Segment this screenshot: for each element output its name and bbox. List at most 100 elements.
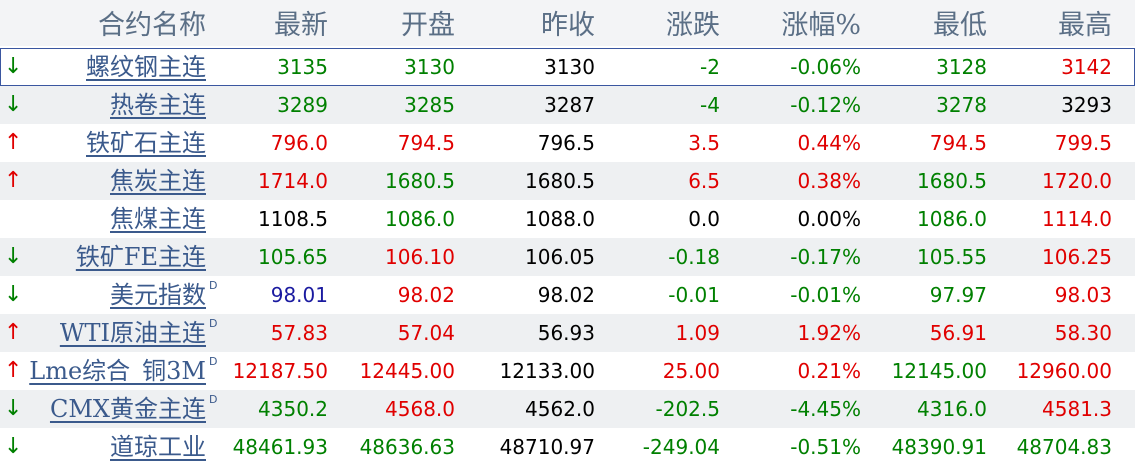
table-row[interactable]: ↑ 焦炭主连 1714.0 1680.5 1680.5 6.5 0.38% 1680.5 172…	[0, 162, 1135, 200]
change-cell: 0.0	[688, 207, 720, 231]
col-change-pct-header[interactable]: 涨幅%	[781, 0, 861, 46]
latest-cell: 796.0	[270, 131, 328, 155]
prev-close-cell: 48710.97	[499, 435, 595, 459]
open-cell: 794.5	[397, 131, 455, 155]
arrow-up-icon: ↑	[4, 320, 23, 345]
no-change-icon	[4, 200, 20, 238]
table-row[interactable]: 焦煤主连 1108.5 1086.0 1088.0 0.0 0.00% 1086.0 1114…	[0, 200, 1135, 238]
change-cell: -0.01	[668, 283, 720, 307]
contract-name-link[interactable]: 铁矿石主连	[86, 124, 206, 162]
table-row[interactable]: ↓ 铁矿FE主连 105.65 106.10 106.05 -0.18 -0.17% 105.…	[0, 238, 1135, 276]
table-row[interactable]: ↓ 螺纹钢主连 3135 3130 3130 -2 -0.06% 3128 3142	[0, 48, 1135, 86]
col-low-header[interactable]: 最低	[933, 0, 987, 46]
arrow-up-icon: ↑	[4, 358, 23, 383]
low-cell: 48390.91	[891, 435, 987, 459]
col-prev-close-header[interactable]: 昨收	[541, 0, 595, 46]
change-cell: -4	[700, 93, 720, 117]
latest-cell: 98.01	[270, 283, 328, 307]
low-cell: 1086.0	[917, 207, 987, 231]
low-cell: 56.91	[929, 321, 987, 345]
contract-name-link[interactable]: 道琼工业	[110, 428, 206, 466]
col-change-header[interactable]: 涨跌	[666, 0, 720, 46]
prev-close-cell: 106.05	[525, 245, 595, 269]
col-high-header[interactable]: 最高	[1058, 0, 1112, 46]
change-cell: 1.09	[675, 321, 720, 345]
low-cell: 4316.0	[917, 397, 987, 421]
table-row[interactable]: ↓ CMX黄金主连 D 4350.2 4568.0 4562.0 -202.5 -4.45% 4…	[0, 390, 1135, 428]
change-cell: 3.5	[688, 131, 720, 155]
prev-close-cell: 56.93	[537, 321, 595, 345]
quote-board: 合约名称 最新 开盘 昨收 涨跌 涨幅% 最低 最高 ↓ 螺纹钢主连 3135 313…	[0, 0, 1135, 470]
table-row[interactable]: ↑ Lme综合_铜3M D 12187.50 12445.00 12133.00 25.00…	[0, 352, 1135, 390]
change-pct-cell: 0.00%	[797, 207, 861, 231]
high-cell: 4581.3	[1042, 397, 1112, 421]
table-row[interactable]: ↓ 热卷主连 3289 3285 3287 -4 -0.12% 3278 3293	[0, 86, 1135, 124]
contract-name-link[interactable]: 美元指数	[110, 276, 206, 314]
contract-name-link[interactable]: 热卷主连	[110, 86, 206, 124]
contract-name-link[interactable]: 铁矿FE主连	[76, 238, 206, 276]
high-cell: 98.03	[1054, 283, 1112, 307]
high-cell: 1720.0	[1042, 169, 1112, 193]
open-cell: 98.02	[397, 283, 455, 307]
delayed-flag: D	[209, 393, 218, 406]
change-cell: -249.04	[642, 435, 720, 459]
open-cell: 57.04	[397, 321, 455, 345]
arrow-up-icon: ↑	[4, 130, 23, 155]
prev-close-cell: 1088.0	[525, 207, 595, 231]
contract-name-link[interactable]: Lme综合_铜3M	[29, 352, 206, 390]
change-cell: -2	[700, 55, 720, 79]
prev-close-cell: 3287	[544, 93, 595, 117]
change-pct-cell: -0.01%	[790, 283, 861, 307]
prev-close-cell: 12133.00	[499, 359, 595, 383]
contract-name-link[interactable]: 螺纹钢主连	[86, 48, 206, 86]
open-cell: 4568.0	[385, 397, 455, 421]
high-cell: 799.5	[1054, 131, 1112, 155]
low-cell: 3128	[936, 55, 987, 79]
change-cell: 25.00	[662, 359, 720, 383]
latest-cell: 3289	[277, 93, 328, 117]
col-latest-header[interactable]: 最新	[274, 0, 328, 46]
table-row[interactable]: ↑ 铁矿石主连 796.0 794.5 796.5 3.5 0.44% 794.5 799.5	[0, 124, 1135, 162]
change-pct-cell: -0.12%	[790, 93, 861, 117]
open-cell: 3130	[404, 55, 455, 79]
low-cell: 97.97	[929, 283, 987, 307]
delayed-flag: D	[209, 355, 218, 368]
latest-cell: 105.65	[258, 245, 328, 269]
prev-close-cell: 98.02	[537, 283, 595, 307]
high-cell: 12960.00	[1016, 359, 1112, 383]
change-pct-cell: 1.92%	[797, 321, 861, 345]
arrow-down-icon: ↓	[4, 54, 23, 79]
change-pct-cell: 0.44%	[797, 131, 861, 155]
table-row[interactable]: ↓ 美元指数 D 98.01 98.02 98.02 -0.01 -0.01% 97.97 98.…	[0, 276, 1135, 314]
column-header-row: 合约名称 最新 开盘 昨收 涨跌 涨幅% 最低 最高	[0, 0, 1135, 46]
low-cell: 794.5	[929, 131, 987, 155]
latest-cell: 4350.2	[258, 397, 328, 421]
col-name-header[interactable]: 合约名称	[98, 0, 206, 46]
arrow-down-icon: ↓	[4, 434, 23, 459]
change-pct-cell: 0.38%	[797, 169, 861, 193]
open-cell: 12445.00	[359, 359, 455, 383]
change-pct-cell: -4.45%	[790, 397, 861, 421]
latest-cell: 3135	[277, 55, 328, 79]
high-cell: 3142	[1061, 55, 1112, 79]
col-open-header[interactable]: 开盘	[401, 0, 455, 46]
latest-cell: 57.83	[270, 321, 328, 345]
contract-name-link[interactable]: CMX黄金主连	[50, 390, 206, 428]
latest-cell: 1108.5	[258, 207, 328, 231]
change-cell: -202.5	[655, 397, 720, 421]
prev-close-cell: 4562.0	[525, 397, 595, 421]
table-row[interactable]: ↓ 道琼工业 48461.93 48636.63 48710.97 -249.04 -0.5…	[0, 428, 1135, 466]
table-row[interactable]: ↑ WTI原油主连 D 57.83 57.04 56.93 1.09 1.92% 56.91 58…	[0, 314, 1135, 352]
open-cell: 106.10	[385, 245, 455, 269]
change-pct-cell: -0.51%	[790, 435, 861, 459]
open-cell: 1086.0	[385, 207, 455, 231]
delayed-flag: D	[209, 317, 218, 330]
open-cell: 1680.5	[385, 169, 455, 193]
contract-name-link[interactable]: 焦炭主连	[110, 162, 206, 200]
contract-name-link[interactable]: WTI原油主连	[60, 314, 206, 352]
latest-cell: 48461.93	[232, 435, 328, 459]
contract-name-link[interactable]: 焦煤主连	[110, 200, 206, 238]
high-cell: 1114.0	[1042, 207, 1112, 231]
high-cell: 58.30	[1054, 321, 1112, 345]
prev-close-cell: 1680.5	[525, 169, 595, 193]
